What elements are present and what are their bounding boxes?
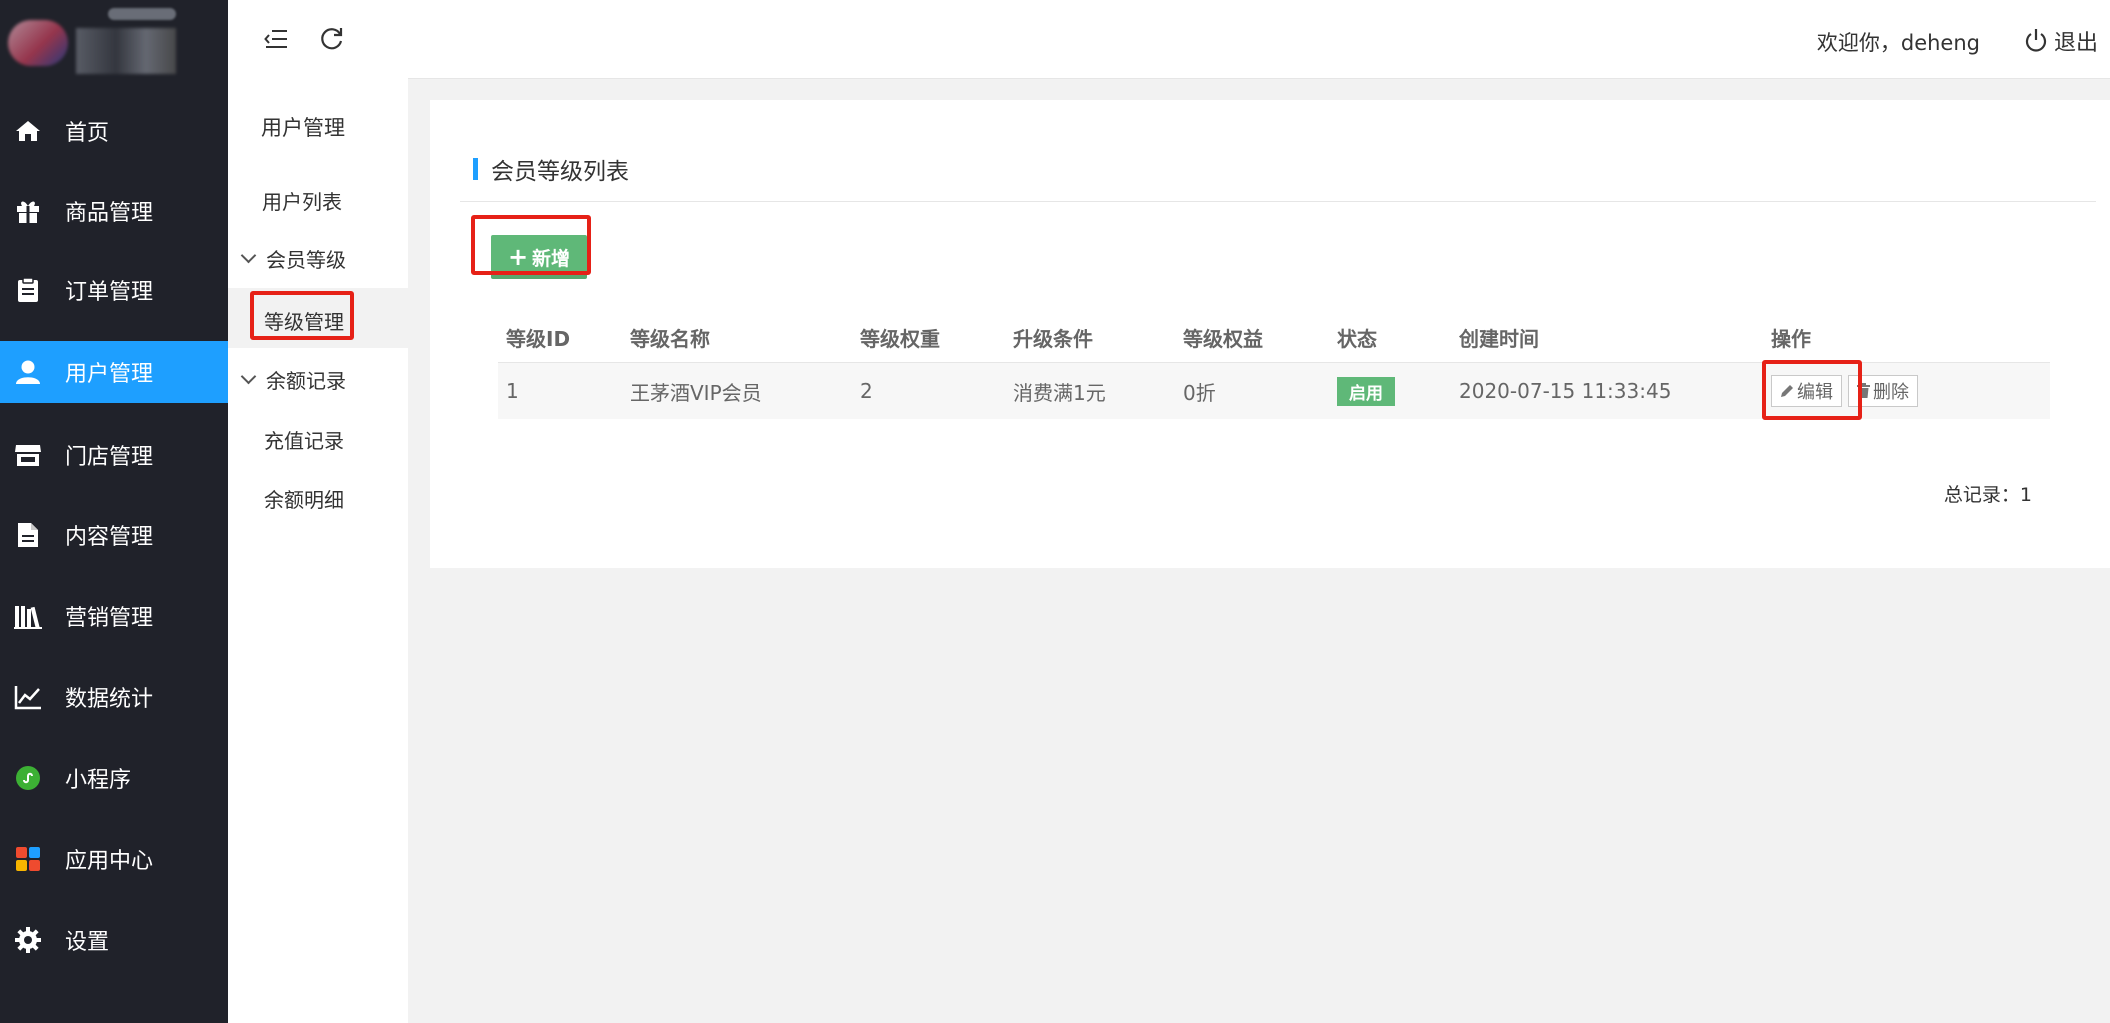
- cell-level-name: 王茅酒VIP会员: [622, 362, 852, 419]
- column-header: 升级条件: [1013, 326, 1093, 351]
- gift-icon: [13, 196, 43, 226]
- chevron-down-icon: [240, 247, 257, 264]
- edit-button-label: 编辑: [1797, 382, 1833, 404]
- refresh-icon[interactable]: [317, 24, 347, 54]
- submenu-title: 用户管理: [261, 116, 345, 140]
- submenu-item-level-manage[interactable]: 等级管理: [264, 306, 344, 335]
- panel-title: 会员等级列表: [473, 152, 629, 186]
- add-level-button[interactable]: + 新增: [491, 235, 587, 279]
- top-header: 欢迎你，deheng 退出: [228, 0, 2110, 79]
- apps-icon: [13, 844, 43, 874]
- cell-upgrade-condition: 消费满1元: [1005, 362, 1175, 419]
- sidebar-item-app-center[interactable]: 应用中心: [0, 828, 228, 890]
- home-icon: [13, 116, 43, 146]
- cell-actions: 编辑 删除: [1763, 362, 2050, 419]
- column-header: 等级权重: [860, 326, 940, 351]
- table-row: 1 王茅酒VIP会员 2 消费满1元 0折 启用 2020-07-15 11:3…: [498, 362, 2050, 419]
- line-chart-icon: [13, 682, 43, 712]
- plus-icon: +: [507, 243, 529, 271]
- sidebar-item-label: 小程序: [65, 768, 132, 793]
- books-icon: [13, 601, 43, 631]
- member-level-table: 等级ID 等级名称 等级权重 升级条件 等级权益 状态 创建时间 操作 1 王茅…: [498, 312, 2050, 419]
- title-accent-bar: [473, 158, 478, 180]
- column-header: 状态: [1337, 326, 1377, 351]
- file-icon: [13, 520, 43, 550]
- column-header: 操作: [1771, 326, 1811, 351]
- sidebar-item-statistics[interactable]: 数据统计: [0, 666, 228, 728]
- delete-button-label: 删除: [1873, 381, 1909, 403]
- sub-navigation: 用户管理 用户列表 会员等级 等级管理 余额记录 充值记录 余额明细: [228, 78, 408, 1023]
- sidebar-item-marketing[interactable]: 营销管理: [0, 585, 228, 647]
- column-header: 等级ID: [506, 326, 571, 351]
- sidebar-item-label: 商品管理: [65, 201, 154, 226]
- table-header-row: 等级ID 等级名称 等级权重 升级条件 等级权益 状态 创建时间 操作: [498, 312, 2050, 363]
- cell-status: 启用: [1329, 362, 1451, 419]
- cell-created-time: 2020-07-15 11:33:45: [1451, 362, 1763, 419]
- power-icon: [2025, 29, 2047, 52]
- panel-title-text: 会员等级列表: [491, 159, 629, 185]
- chevron-down-icon: [240, 368, 257, 385]
- add-button-label: 新增: [532, 247, 571, 270]
- collapse-menu-icon[interactable]: [261, 24, 291, 54]
- member-level-panel: 会员等级列表 + 新增 等级ID 等级名称 等级权重 升级条件 等级权益 状态 …: [430, 100, 2110, 568]
- edit-button[interactable]: 编辑: [1771, 375, 1842, 408]
- logout-button[interactable]: 退出: [2024, 25, 2098, 57]
- sidebar-item-label: 门店管理: [65, 445, 154, 470]
- sidebar-item-label: 内容管理: [65, 525, 154, 550]
- sidebar-item-label: 营销管理: [65, 606, 154, 631]
- submenu-item-recharge-record[interactable]: 充值记录: [264, 425, 344, 454]
- submenu-group-label: 会员等级: [266, 248, 346, 272]
- title-divider: [460, 201, 2096, 202]
- submenu-group-member-level[interactable]: 会员等级: [240, 244, 346, 273]
- pencil-icon: [1781, 385, 1793, 398]
- sidebar-item-label: 首页: [65, 121, 110, 146]
- column-header: 创建时间: [1459, 326, 1539, 351]
- welcome-text: 欢迎你，deheng: [1816, 31, 1980, 55]
- trash-icon: [1857, 383, 1870, 399]
- sidebar-item-label: 设置: [65, 930, 110, 955]
- sidebar-item-home[interactable]: 首页: [0, 100, 228, 162]
- miniprogram-icon: [13, 763, 43, 793]
- sidebar-item-content[interactable]: 内容管理: [0, 504, 228, 566]
- cell-level-id: 1: [498, 362, 622, 419]
- column-header: 等级权益: [1183, 326, 1263, 351]
- column-header: 等级名称: [630, 326, 710, 351]
- sidebar-item-orders[interactable]: 订单管理: [0, 259, 228, 321]
- store-icon: [13, 440, 43, 470]
- status-badge: 启用: [1337, 376, 1395, 406]
- sidebar-item-label: 应用中心: [65, 849, 154, 874]
- sidebar-item-miniprogram[interactable]: 小程序: [0, 747, 228, 809]
- sidebar-item-label: 用户管理: [65, 362, 154, 387]
- sidebar-item-settings[interactable]: 设置: [0, 909, 228, 971]
- sidebar-item-users[interactable]: 用户管理: [0, 341, 228, 403]
- main-sidebar: 首页 商品管理 订单管理 用户管理 门店管理 内容管理 营销管理 数据统计 小程…: [0, 0, 228, 1023]
- sidebar-item-stores[interactable]: 门店管理: [0, 424, 228, 486]
- cell-level-weight: 2: [852, 362, 1005, 419]
- sidebar-item-label: 数据统计: [65, 687, 154, 712]
- user-icon: [13, 357, 43, 387]
- sidebar-item-label: 订单管理: [65, 280, 154, 305]
- submenu-group-balance[interactable]: 余额记录: [240, 365, 346, 394]
- submenu-item-user-list[interactable]: 用户列表: [262, 186, 342, 215]
- gear-icon: [13, 925, 43, 955]
- clipboard-icon: [13, 275, 43, 305]
- cell-level-benefit: 0折: [1175, 362, 1329, 419]
- submenu-group-label: 余额记录: [266, 369, 346, 393]
- sidebar-item-products[interactable]: 商品管理: [0, 180, 228, 242]
- total-records: 总记录：1: [1943, 484, 2032, 506]
- logout-label: 退出: [2053, 31, 2098, 56]
- app-logo[interactable]: [8, 8, 176, 74]
- delete-button[interactable]: 删除: [1848, 374, 1918, 407]
- submenu-item-balance-detail[interactable]: 余额明细: [264, 484, 344, 513]
